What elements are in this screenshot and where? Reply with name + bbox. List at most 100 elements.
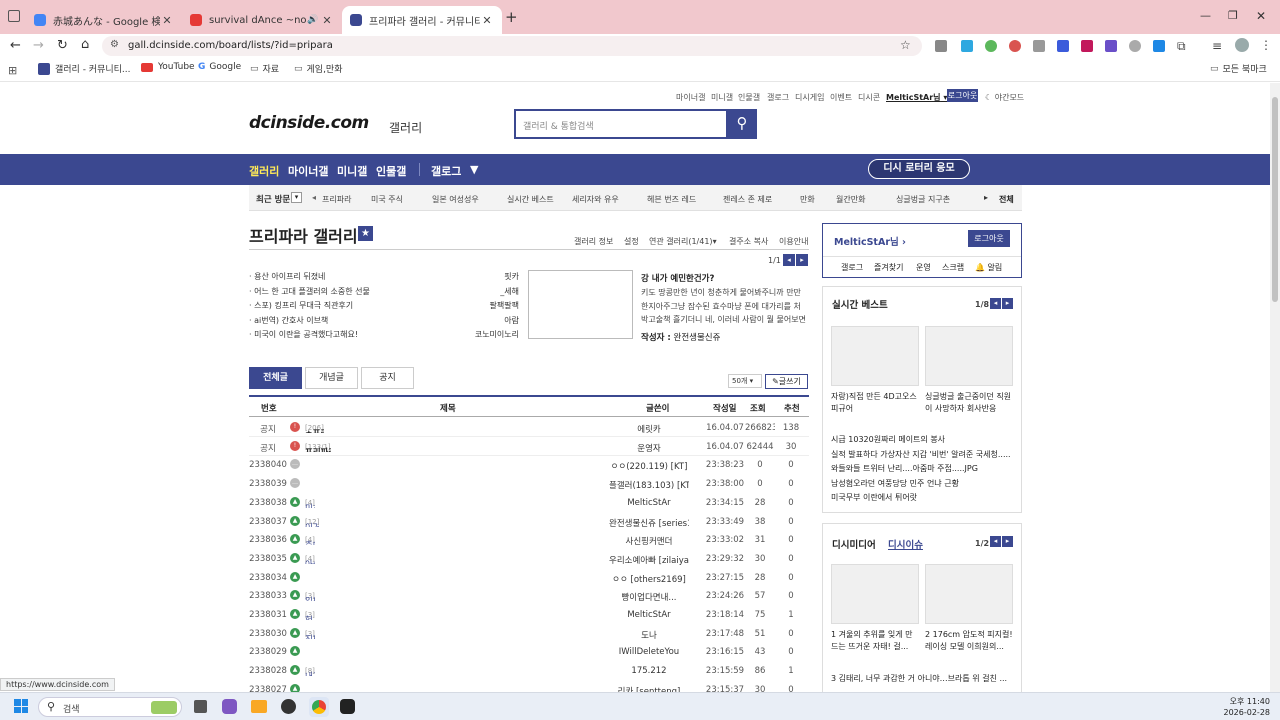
post-writer[interactable]: 빵이업다면내... [609, 591, 689, 603]
bookmark-item[interactable]: G Google [198, 62, 241, 72]
table-row[interactable]: 2338039…'ㅎㅂ' 윤 공주 실시간 라방중ㄱrrrrrrrrrrrrrr… [249, 475, 809, 493]
media-card-title[interactable]: 1 겨울의 추위를 잊게 만드는 뜨거운 자태! 걸... [831, 629, 919, 653]
recent-next-icon[interactable]: ▸ [984, 193, 988, 202]
media-tab-media[interactable]: 디시미디어 [832, 537, 876, 551]
recent-item[interactable]: 미국 주식 [371, 194, 403, 205]
table-row[interactable]: 2338028▲ 내가 좋아한 건 아이프리가 아니야 [8] 175.212 23:… [249, 662, 809, 680]
side-link-scrap[interactable]: 스크랩 [942, 262, 964, 273]
maximize-icon[interactable]: ❐ [1228, 9, 1238, 22]
clock-date[interactable]: 2026-02-28 [1222, 708, 1271, 717]
gallery-menu-item[interactable]: 설정 [624, 236, 639, 247]
bookmark-folder[interactable]: ▭ 자료 [250, 62, 279, 76]
media-prev-icon[interactable]: ◂ [990, 536, 1001, 547]
scrollbar-thumb[interactable] [1272, 97, 1278, 302]
post-title[interactable]: 일판이브목소리신기해 [3] [305, 591, 315, 601]
task-view-icon[interactable] [194, 700, 207, 713]
best-next-icon[interactable]: ▸ [1002, 298, 1013, 309]
best-list-item[interactable]: 와들와들 트위터 난리....아줌마 주접.....JPG [831, 463, 1016, 474]
search-input[interactable]: 갤러리 & 통합검색 [514, 109, 728, 139]
tab-all-posts[interactable]: 전체글 [249, 367, 302, 389]
close-icon[interactable]: ✕ [320, 14, 334, 27]
media-next-icon[interactable]: ▸ [1002, 536, 1013, 547]
media-card-thumbnail[interactable] [925, 564, 1013, 624]
more-menu-icon[interactable]: ⋮ [1260, 38, 1272, 52]
chrome-taskbar-button[interactable] [309, 697, 329, 717]
media-tab-issue[interactable]: 디시이슈 [888, 537, 923, 551]
clock-time[interactable]: 오후 11:40 [1226, 696, 1270, 707]
issue-next-icon[interactable]: ▸ [796, 254, 808, 266]
best-list-item[interactable]: 실적 발표하다 가상자산 지갑 '비번' 알려준 국세청..... [831, 449, 1016, 460]
issue-prev-icon[interactable]: ◂ [783, 254, 795, 266]
close-icon[interactable]: ✕ [160, 14, 174, 27]
table-row[interactable]: 2338038▲ 미친 오렌만에 그거 입갤ㅋㅋㅋㅋㅋ [4] MelticStAr… [249, 494, 809, 512]
puzzle-icon[interactable]: ⧉ [1177, 39, 1186, 54]
top-link[interactable]: 이벤트 [830, 92, 852, 103]
gallery-menu-item[interactable]: 갤러리 정보 [574, 236, 613, 247]
post-title[interactable]: 프리파라 갤러리 이용안내 [133/1] [305, 442, 331, 452]
menu-lines-icon[interactable]: ≡ [1212, 39, 1222, 53]
post-title[interactable]: ★프리파라 갤러리에 오신 것을 환영합니다~ ★ [206] [305, 423, 324, 433]
extension-icon[interactable] [961, 40, 973, 52]
post-writer[interactable]: 에릿카 [609, 423, 689, 435]
recent-item[interactable]: 젠레스 존 제로 [723, 194, 772, 205]
extension-icon[interactable] [1057, 40, 1069, 52]
bookmark-star-icon[interactable]: ☆ [900, 38, 911, 52]
bookmark-item[interactable]: 갤러리 - 커뮤니티... [38, 62, 131, 75]
post-title[interactable]: 진짜 10마넌에 파네 [3] [305, 629, 315, 639]
table-row[interactable]: 2338034▲오네프리 볼륨은 더 나와봐야 알듯 ㅇㅇ [others216… [249, 569, 809, 587]
issue-item[interactable]: · 어느 한 고대 플갤러의 소중한 선물 [249, 286, 370, 297]
search-icon[interactable]: ⚲ [727, 109, 757, 139]
bookmark-folder[interactable]: ▭ 게임,만화 [294, 62, 343, 76]
post-writer[interactable]: 우리소예아빠 [zilaiya3] [609, 554, 689, 566]
post-title[interactable]: 아슬아슬땡남못갈빨이라서울집으로 [4] [305, 554, 315, 564]
recent-item[interactable]: 만화 [800, 194, 815, 205]
table-row[interactable]: 2338033▲ 일판이브목소리신기해 [3] 빵이업다면내... 23:24:26 5… [249, 587, 809, 605]
post-writer[interactable]: 사신핑커맨더 [609, 535, 689, 547]
tab-search-icon[interactable] [8, 10, 20, 22]
table-row[interactable]: 2338031▲ 헐 미친 아이프리 넨도 ㄷㄷㄷ [3] MelticStAr 23… [249, 606, 809, 624]
user-menu[interactable]: MelticStAr님 ▾ [886, 92, 947, 103]
browser-tab[interactable]: 赤城あんな - Google 検索 ✕ [26, 6, 182, 34]
table-row[interactable]: 2338040…'19) 기 용이 복귀 방송중gggggggggggggggg… [249, 456, 809, 474]
night-mode-toggle[interactable]: ☾ 야간모드 [985, 92, 1024, 103]
recent-item[interactable]: 월간만화 [836, 194, 865, 205]
issue-item[interactable]: · 미국이 이란을 공격했다고해요! [249, 329, 358, 340]
speaker-icon[interactable]: 🔊 [306, 15, 320, 25]
extension-icon[interactable] [935, 40, 947, 52]
post-title[interactable]: 내가 좋아한 건 아이프리가 아니야 [8] [305, 666, 315, 676]
table-row[interactable]: 공지! 프리파라 갤러리 이용안내 [133/1] 운영자 16.04.0762444… [249, 438, 809, 456]
extension-icon[interactable] [1081, 40, 1093, 52]
best-prev-icon[interactable]: ◂ [990, 298, 1001, 309]
copilot-icon[interactable] [222, 699, 237, 714]
side-logout-button[interactable]: 로그아웃 [968, 230, 1010, 247]
top-link[interactable]: 디시게임 [795, 92, 824, 103]
post-writer[interactable]: MelticStAr [609, 610, 689, 620]
side-user[interactable]: MelticStAr님 › [834, 234, 906, 248]
gallery-menu-item[interactable]: 이용안내 [779, 236, 808, 247]
recent-prev-icon[interactable]: ◂ [312, 193, 316, 202]
all-bookmarks-folder[interactable]: ▭ 모든 북마크 [1210, 62, 1267, 76]
gallery-menu-item[interactable]: 결주소 복사 [729, 236, 768, 247]
issue-item[interactable]: · ai번역) 간호사 이브책 [249, 315, 328, 326]
post-writer[interactable]: 플갤러(183.103) [KT] [609, 479, 689, 491]
post-title[interactable]: 미친 오렌만에 그거 입갤ㅋㅋㅋㅋㅋ [4] [305, 498, 315, 508]
table-row[interactable]: 2338037▲ 이거 넨도로 보니까 [12] 완전생물신쥬 [series1..… [249, 513, 809, 531]
forward-icon[interactable]: → [33, 38, 44, 53]
favorite-star-icon[interactable]: ★ [358, 226, 373, 241]
gallery-menu-item[interactable]: 연관 갤러리(1/41)▾ [649, 236, 717, 247]
lottery-button[interactable]: 디시 로터리 응모 [868, 159, 970, 179]
window-close-icon[interactable]: ✕ [1256, 9, 1266, 23]
app-icon[interactable] [281, 699, 296, 714]
write-button[interactable]: ✎글쓰기 [765, 374, 808, 389]
side-link-gallog[interactable]: 갤로그 [841, 262, 863, 273]
recent-item[interactable]: 세리자와 유우 [572, 194, 619, 205]
minimize-icon[interactable]: — [1200, 9, 1211, 22]
table-row[interactable]: 2338030▲ 진짜 10마넌에 파네 [3] 도나 23:17:48 51 0 [249, 625, 809, 643]
tab-notice[interactable]: 공지 [361, 367, 414, 389]
issue-item[interactable]: · 용산 아이프리 뒤졌네 [249, 271, 325, 282]
best-card-thumbnail[interactable] [925, 326, 1013, 386]
post-writer[interactable]: 도나 [609, 629, 689, 641]
recent-item[interactable]: 실시간 베스트 [507, 194, 554, 205]
post-title[interactable]: 이거 넨도로 보니까 [12] [305, 517, 319, 527]
top-link[interactable]: 미니갤 [711, 92, 733, 103]
